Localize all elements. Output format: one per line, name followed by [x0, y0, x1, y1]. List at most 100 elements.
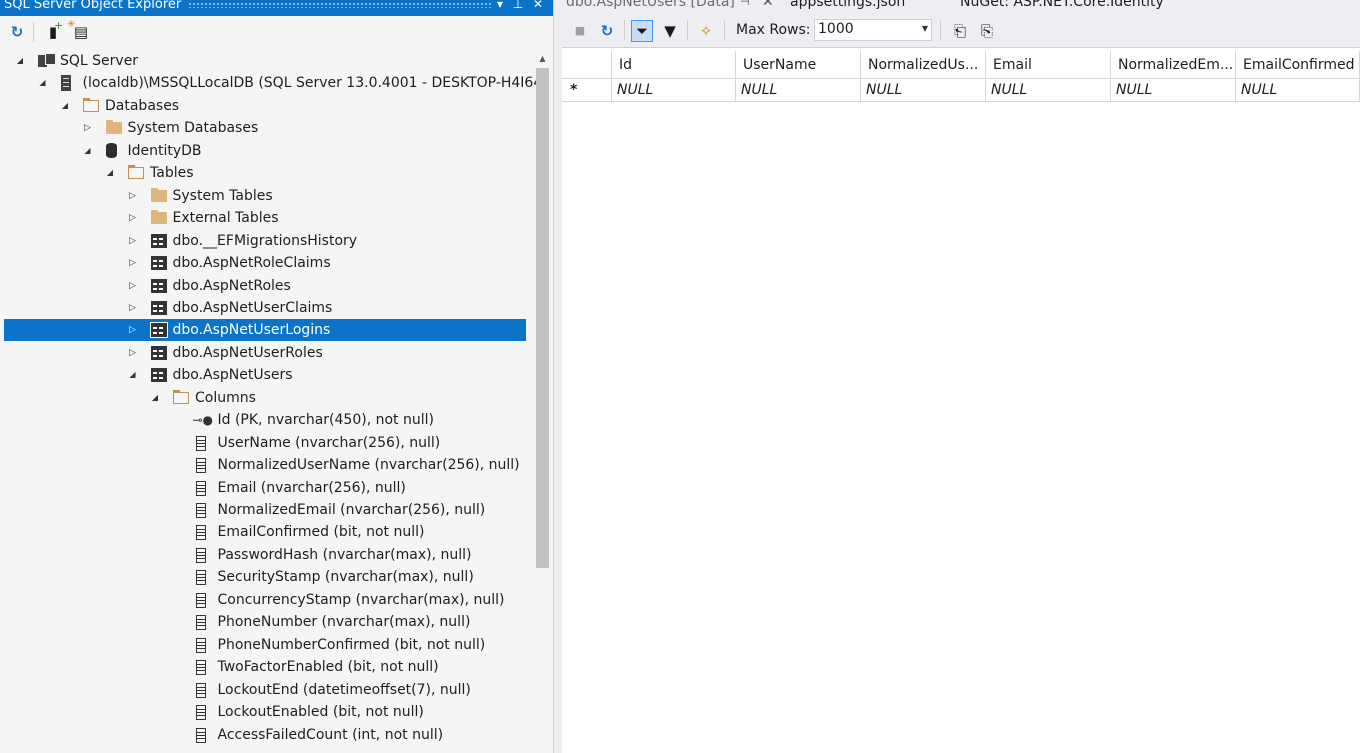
tree-node[interactable]: PhoneNumber (nvarchar(max), null) — [0, 611, 530, 633]
tree-node[interactable]: ◢ Databases — [0, 95, 530, 117]
grid-cell[interactable]: NULL — [1111, 79, 1236, 102]
new-query-icon[interactable]: ▤ ✳ — [67, 19, 92, 43]
tab-aspnetusers-data[interactable]: dbo.AspNetUsers [Data] ⊣ ✕ — [562, 0, 784, 14]
tree-node[interactable]: NormalizedEmail (nvarchar(256), null) — [0, 499, 530, 521]
tree-node[interactable]: ◢ SQL Server — [0, 50, 530, 72]
tree-node[interactable]: ▷ dbo.AspNetUserRoles — [0, 342, 530, 364]
close-icon[interactable]: ✕ — [762, 0, 774, 10]
tree-node[interactable]: ▷ dbo.AspNetUserLogins — [4, 319, 526, 342]
grid-corner-header[interactable] — [562, 51, 612, 79]
tree-node-label: System Databases — [127, 120, 259, 137]
tree-node[interactable]: ConcurrencyStamp (nvarchar(max), null) — [0, 589, 530, 611]
collapse-arrow-icon[interactable]: ◢ — [103, 162, 117, 184]
tree-node[interactable]: ◢ Columns — [0, 387, 530, 409]
title-bar-grip[interactable] — [188, 2, 493, 8]
window-position-dropdown-icon[interactable]: ▾ — [492, 0, 508, 13]
expand-arrow-icon[interactable]: ▷ — [126, 342, 140, 364]
tree-node[interactable]: ⊸● Id (PK, nvarchar(450), not null) — [0, 409, 530, 431]
tree-node[interactable]: ▷ dbo.AspNetRoleClaims — [0, 252, 530, 274]
column-header[interactable]: Id — [612, 51, 736, 79]
column-header[interactable]: Email — [986, 51, 1111, 79]
export-data-icon[interactable]: ⎘ — [976, 20, 998, 42]
expand-arrow-icon[interactable]: ▷ — [126, 252, 140, 274]
tree-node[interactable]: Email (nvarchar(256), null) — [0, 477, 530, 499]
expand-arrow-icon[interactable]: ▷ — [81, 117, 95, 139]
pin-icon[interactable]: ⊣ — [740, 0, 750, 10]
grid-cell[interactable]: NULL — [986, 79, 1111, 102]
collapse-arrow-icon[interactable]: ◢ — [126, 364, 140, 386]
new-row-marker[interactable]: * — [562, 79, 612, 102]
tab-nuget[interactable]: NuGet: ASP.NET.Core.Identity — [960, 0, 1220, 14]
tree-node[interactable]: ▷ dbo.__EFMigrationsHistory — [0, 230, 530, 252]
close-icon[interactable]: ✕ — [530, 0, 546, 13]
collapse-arrow-icon[interactable]: ◢ — [58, 95, 72, 117]
column-header[interactable]: NormalizedUs... — [861, 51, 986, 79]
tree-node[interactable]: ▷ dbo.AspNetUserClaims — [0, 297, 530, 319]
tree-node-label: ConcurrencyStamp (nvarchar(max), null) — [217, 591, 505, 608]
tab-label: NuGet: ASP.NET.Core.Identity — [960, 0, 1164, 10]
expand-arrow-icon[interactable]: ▷ — [126, 275, 140, 297]
max-rows-value[interactable]: 1000 — [818, 21, 854, 37]
pin-icon[interactable]: ⊥ — [510, 0, 526, 13]
collapse-arrow-icon[interactable]: ◢ — [36, 72, 50, 94]
grid-cell[interactable]: NULL — [1236, 79, 1360, 102]
tree-node[interactable]: PhoneNumberConfirmed (bit, not null) — [0, 634, 530, 656]
tree-node[interactable]: PasswordHash (nvarchar(max), null) — [0, 544, 530, 566]
tree-node[interactable]: AccessFailedCount (int, not null) — [0, 724, 530, 746]
expand-arrow-icon[interactable]: ▷ — [126, 185, 140, 207]
expand-arrow-icon[interactable]: ▷ — [126, 230, 140, 252]
tab-appsettings[interactable]: appsettings.json — [790, 0, 940, 14]
tree-node[interactable]: SecurityStamp (nvarchar(max), null) — [0, 566, 530, 588]
tree-node[interactable]: ▷ dbo.AspNetRoles — [0, 275, 530, 297]
collapse-arrow-icon[interactable]: ◢ — [81, 140, 95, 162]
column-header[interactable]: NormalizedEm... — [1111, 51, 1236, 79]
table-icon — [150, 300, 167, 315]
tree-node[interactable]: ◢ IdentityDB — [0, 140, 530, 162]
refresh-icon[interactable]: ↻ — [596, 20, 618, 42]
grid-cell[interactable]: NULL — [861, 79, 986, 102]
refresh-icon[interactable]: ↻ — [6, 21, 28, 43]
tab-label: appsettings.json — [790, 0, 906, 10]
collapse-arrow-icon[interactable]: ◢ — [13, 50, 27, 72]
tree-node[interactable]: TwoFactorEnabled (bit, not null) — [0, 656, 530, 678]
tree-node[interactable]: LockoutEnd (datetimeoffset(7), null) — [0, 679, 530, 701]
column-header[interactable]: UserName — [736, 51, 861, 79]
stop-icon[interactable]: ■ — [569, 20, 591, 42]
tree-node-label: Databases — [105, 97, 180, 114]
tree-node[interactable]: ◢ Tables — [0, 162, 530, 184]
filter-icon[interactable]: ▼ — [659, 20, 681, 42]
tree-node[interactable]: ◢ (localdb)\MSSQLLocalDB (SQL Server 13.0… — [0, 72, 542, 94]
scroll-up-arrow-icon[interactable]: ▲ — [536, 52, 549, 66]
expand-arrow-icon[interactable]: ▷ — [126, 319, 140, 341]
tree-node-label: SecurityStamp (nvarchar(max), null) — [217, 569, 474, 586]
panel-splitter[interactable] — [553, 0, 562, 753]
column-header[interactable]: EmailConfirmed — [1236, 51, 1360, 79]
chevron-down-icon[interactable]: ▼ — [922, 24, 928, 33]
expand-arrow-icon[interactable]: ▷ — [126, 207, 140, 229]
column-icon — [195, 592, 206, 608]
tree-node[interactable]: UserName (nvarchar(256), null) — [0, 432, 530, 454]
collapse-arrow-icon[interactable]: ◢ — [148, 387, 162, 409]
column-icon — [195, 615, 206, 631]
tree-node[interactable]: ▷ System Databases — [0, 117, 530, 139]
grid-cell[interactable]: NULL — [736, 79, 861, 102]
script-data-icon[interactable]: ⎗ — [949, 20, 971, 42]
tree-node-label: NormalizedUserName (nvarchar(256), null) — [217, 457, 520, 474]
tree-node[interactable]: ▷ System Tables — [0, 185, 530, 207]
script-icon[interactable]: ✧ — [695, 20, 717, 42]
tree-node[interactable]: EmailConfirmed (bit, not null) — [0, 521, 530, 543]
tree-node-label: Tables — [150, 165, 194, 182]
tree-node[interactable]: LockoutEnabled (bit, not null) — [0, 701, 530, 723]
add-server-icon[interactable]: ▮ + — [42, 19, 64, 43]
tree-node-label: dbo.AspNetUserRoles — [172, 344, 323, 361]
tree-node[interactable]: NormalizedUserName (nvarchar(256), null) — [0, 454, 530, 476]
grid-cell[interactable]: NULL — [612, 79, 736, 102]
folder-icon — [150, 210, 167, 225]
table-icon — [150, 278, 167, 293]
expand-arrow-icon[interactable]: ▷ — [126, 297, 140, 319]
explorer-scrollbar-thumb[interactable] — [536, 68, 549, 568]
tree-node[interactable]: ◢ dbo.AspNetUsers — [0, 364, 530, 386]
tree-node[interactable]: ▷ External Tables — [0, 207, 530, 229]
sort-filter-icon[interactable]: ⏷ — [631, 20, 653, 42]
max-rows-combobox[interactable]: 1000 ▼ — [814, 19, 932, 41]
